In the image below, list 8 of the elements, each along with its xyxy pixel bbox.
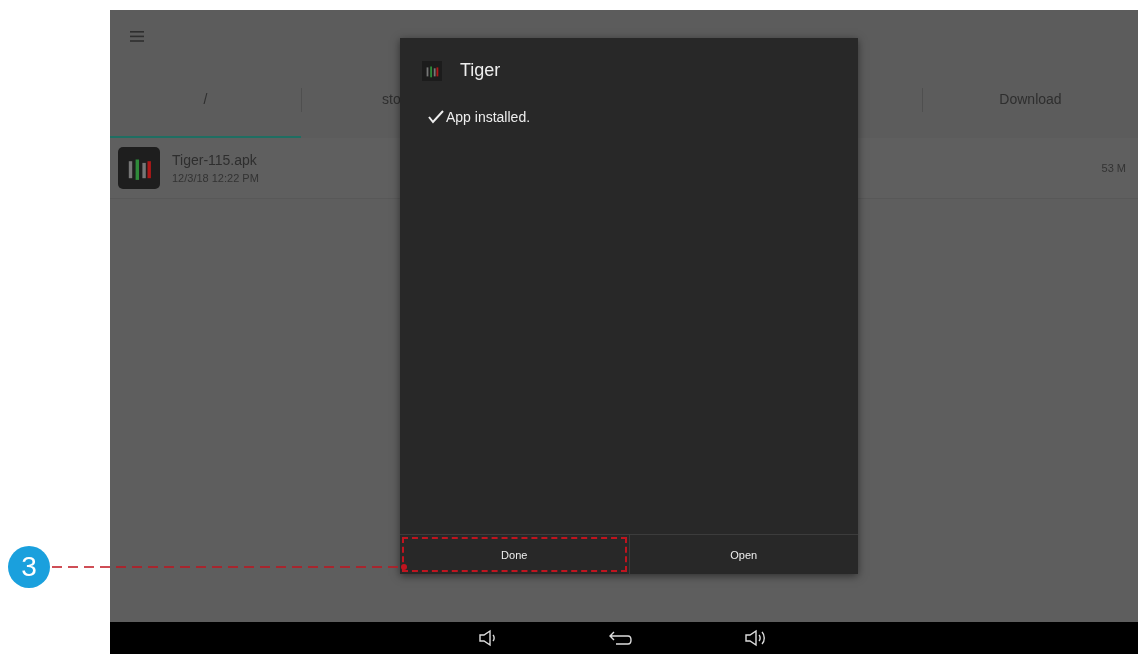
app-icon bbox=[422, 60, 442, 81]
check-icon bbox=[428, 110, 444, 124]
app-icon bbox=[118, 147, 160, 189]
dialog-title: Tiger bbox=[460, 60, 501, 81]
dialog-button[interactable]: Open bbox=[628, 535, 858, 574]
dialog-button[interactable]: Done bbox=[400, 535, 629, 574]
callout-number: 3 bbox=[8, 546, 50, 588]
status-message: App installed. bbox=[446, 109, 531, 125]
